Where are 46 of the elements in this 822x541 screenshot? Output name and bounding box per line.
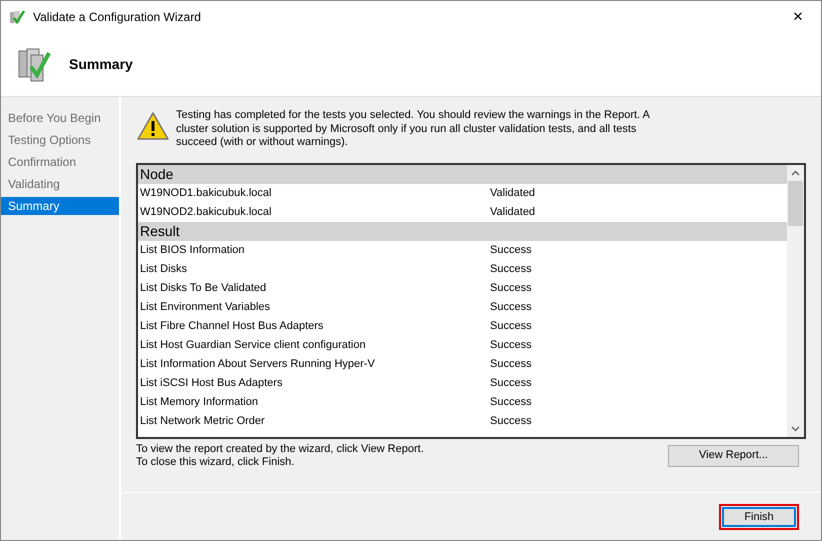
scroll-thumb[interactable] xyxy=(788,180,803,226)
test-status: Success xyxy=(490,280,532,296)
test-status: Success xyxy=(490,300,532,314)
test-name: List Disks xyxy=(140,262,188,276)
summary-message: Testing has completed for the tests you selected. You should review the warnings in the Report. A cluster solution is supported by Microsoft only if you run all cluster validation tests, and all tests succeed (with or without warnings). xyxy=(176,108,651,150)
test-status: Validated xyxy=(490,204,536,220)
test-name: List BIOS Information xyxy=(140,242,246,258)
test-status: Validated xyxy=(490,186,536,200)
test-status: Success xyxy=(490,376,532,390)
test-name: List Fibre Channel Host Bus Adapters xyxy=(140,318,324,334)
test-name: List iSCSI Host Bus Adapters xyxy=(140,376,284,390)
scroll-down-icon[interactable] xyxy=(791,426,800,432)
app-icon xyxy=(9,9,25,25)
test-name: List Network Metric Order xyxy=(140,414,266,428)
test-status: Success xyxy=(490,414,532,428)
section-header: Result xyxy=(138,222,787,240)
sidebar-item[interactable]: Validating xyxy=(1,175,119,193)
test-name: List Information About Servers Running Hyper-V xyxy=(140,356,376,372)
warning-icon xyxy=(136,111,170,141)
test-name: W19NOD2.bakicubuk.local xyxy=(140,204,272,220)
finish-button[interactable]: Finish xyxy=(722,506,796,526)
scrollbar[interactable] xyxy=(787,164,804,436)
window-title: Validate a Configuration Wizard xyxy=(33,9,201,26)
test-name: List Memory Information xyxy=(140,394,259,410)
test-status: Success xyxy=(490,394,532,410)
sidebar-item[interactable]: Summary xyxy=(1,197,119,215)
test-name: List Environment Variables xyxy=(140,300,272,314)
server-check-icon xyxy=(17,46,53,82)
view-report-button[interactable]: View Report... xyxy=(668,444,799,466)
hint-text: To close this wizard, click Finish. xyxy=(136,456,296,468)
close-button[interactable]: ✕ xyxy=(783,5,813,29)
test-status: Success xyxy=(490,356,532,372)
sidebar-item[interactable]: Testing Options xyxy=(1,131,119,149)
page-title: Summary xyxy=(69,55,133,74)
test-status: Success xyxy=(490,318,532,334)
sidebar-item[interactable]: Before You Begin xyxy=(1,109,119,127)
sidebar-item[interactable]: Confirmation xyxy=(1,153,119,171)
scroll-up-icon[interactable] xyxy=(791,170,800,176)
section-header: Node xyxy=(138,164,787,184)
test-name: W19NOD1.bakicubuk.local xyxy=(140,186,272,200)
test-name: List Host Guardian Service client configuration xyxy=(140,338,367,352)
test-status: Success xyxy=(490,338,532,352)
hint-text: To view the report created by the wizard, click View Report. xyxy=(136,442,425,456)
test-status: Success xyxy=(490,242,532,258)
test-status: Success xyxy=(490,262,532,276)
test-name: List Disks To Be Validated xyxy=(140,280,268,296)
